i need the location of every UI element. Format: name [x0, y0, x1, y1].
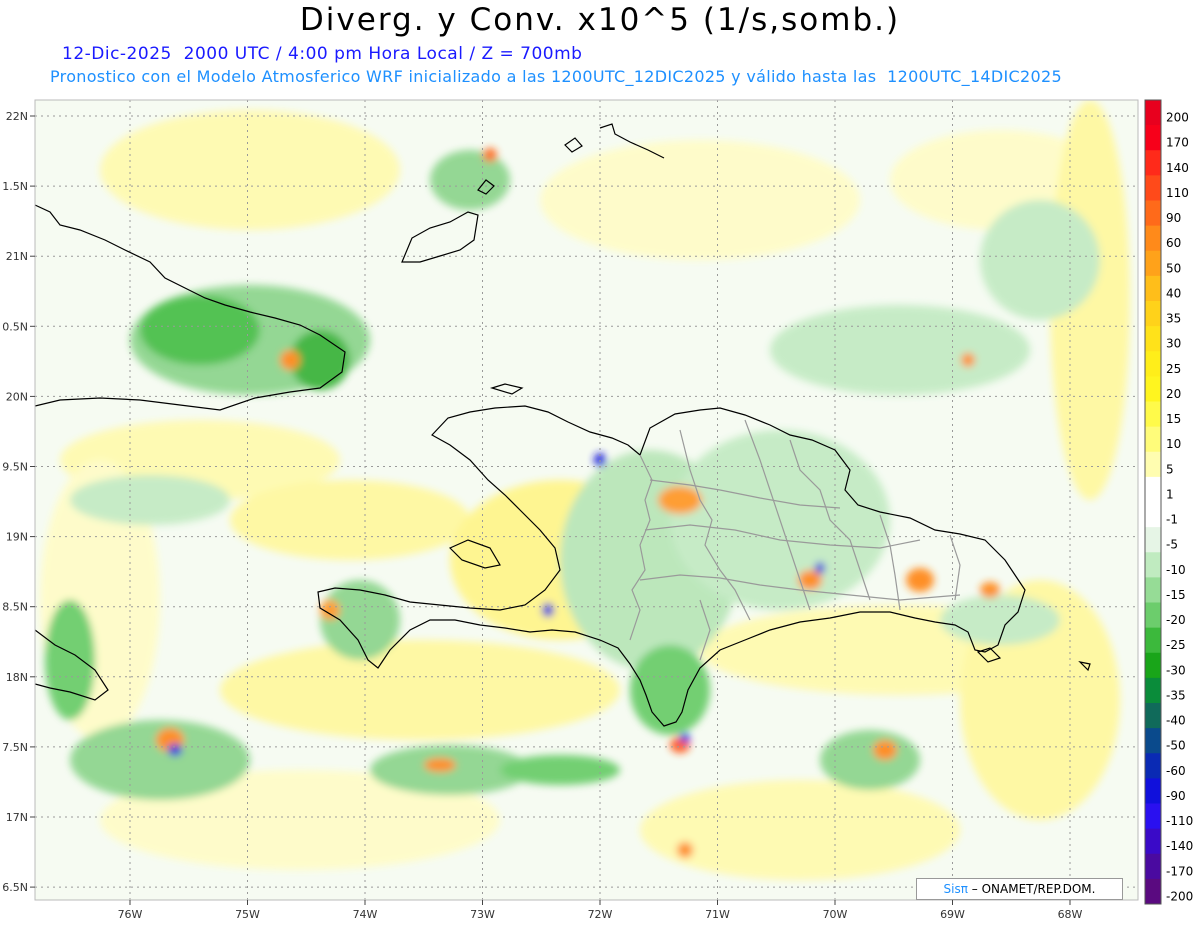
lon-label: 74W: [353, 908, 378, 921]
colorbar-label: -20: [1166, 613, 1186, 627]
colorbar-label: -35: [1166, 688, 1186, 702]
lat-label: 18N: [6, 671, 28, 684]
colorbar-label: 40: [1166, 286, 1181, 300]
colorbar-swatch: [1145, 451, 1161, 478]
colorbar-swatch: [1145, 125, 1161, 151]
colorbar-swatch: [1145, 828, 1161, 855]
colorbar-label: 35: [1166, 312, 1181, 326]
forecast-map: 22N 1.5N 21N 0.5N 20N 9.5N 19N 8.5N 18N 7.5N 17N 6.…: [2, 99, 1193, 921]
divergence-field: [35, 100, 1138, 900]
colorbar-label: -50: [1166, 739, 1186, 753]
colorbar-swatch: [1145, 753, 1161, 779]
colorbar-swatch: [1145, 878, 1161, 905]
colorbar-label: -170: [1166, 864, 1193, 878]
colorbar-swatch: [1145, 778, 1161, 804]
lat-label: 22N: [6, 110, 28, 123]
colorbar-label: 110: [1166, 186, 1189, 200]
colorbar-label: 25: [1166, 362, 1181, 376]
colorbar-swatch: [1145, 225, 1161, 252]
colorbar-label: -10: [1166, 563, 1186, 577]
sis-brand: Sisπ: [943, 882, 968, 896]
lon-label: 76W: [118, 908, 143, 921]
colorbar-label: 200: [1166, 111, 1189, 125]
lon-label: 68W: [1058, 908, 1083, 921]
colorbar-swatch: [1145, 351, 1161, 377]
colorbar-swatch: [1145, 100, 1161, 126]
colorbar-label: 1: [1166, 487, 1174, 501]
colorbar-swatch: [1145, 275, 1161, 302]
colorbar-swatch: [1145, 527, 1161, 553]
colorbar-swatch: [1145, 401, 1161, 428]
colorbar-label: 30: [1166, 337, 1181, 351]
colorbar-label: -5: [1166, 538, 1178, 552]
colorbar-label: -90: [1166, 789, 1186, 803]
colorbar-label: 90: [1166, 211, 1181, 225]
colorbar-swatch: [1145, 703, 1161, 729]
credit-box: Sisπ – ONAMET/REP.DOM.: [916, 878, 1123, 900]
lat-label: 19N: [6, 531, 28, 544]
colorbar-swatch: [1145, 853, 1161, 880]
colorbar-swatch: [1145, 150, 1161, 176]
lat-label: 9.5N: [2, 461, 28, 474]
colorbar-label: 5: [1166, 462, 1174, 476]
longitude-labels: 76W 75W 74W 73W 72W 71W 70W 69W 68W: [118, 900, 1083, 921]
colorbar-label: -110: [1166, 814, 1193, 828]
colorbar: 200 170 140 110 90 60 50 40 35 30 25 20 15 10 5 1 -1 -5 -1…: [1144, 99, 1193, 905]
colorbar-swatch: [1145, 250, 1161, 277]
colorbar-label: -1: [1166, 513, 1178, 527]
colorbar-swatch: [1145, 552, 1161, 578]
colorbar-swatch: [1145, 175, 1161, 201]
lat-label: 1.5N: [2, 180, 28, 193]
colorbar-label: 170: [1166, 136, 1189, 150]
colorbar-swatch: [1145, 577, 1161, 603]
colorbar-swatch: [1145, 602, 1161, 629]
lat-label: 0.5N: [2, 320, 28, 333]
colorbar-label: 140: [1166, 161, 1189, 175]
colorbar-swatch: [1145, 476, 1161, 503]
colorbar-label: -15: [1166, 588, 1186, 602]
lon-label: 71W: [705, 908, 730, 921]
credit-text: – ONAMET/REP.DOM.: [971, 882, 1096, 896]
colorbar-swatch: [1145, 426, 1161, 453]
colorbar-swatch: [1145, 627, 1161, 654]
colorbar-swatch: [1145, 677, 1161, 704]
colorbar-swatch: [1145, 326, 1161, 352]
colorbar-label: 20: [1166, 387, 1181, 401]
colorbar-swatch: [1145, 376, 1161, 402]
colorbar-label: -30: [1166, 663, 1186, 677]
lat-label: 20N: [6, 390, 28, 403]
lat-label: 7.5N: [2, 741, 28, 754]
lon-label: 75W: [235, 908, 260, 921]
lat-label: 8.5N: [2, 601, 28, 614]
latitude-labels: 22N 1.5N 21N 0.5N 20N 9.5N 19N 8.5N 18N 7.5N 17N 6.…: [2, 110, 35, 894]
colorbar-swatch: [1145, 652, 1161, 679]
colorbar-label: 10: [1166, 437, 1181, 451]
colorbar-label: 50: [1166, 261, 1181, 275]
colorbar-label: 15: [1166, 412, 1181, 426]
lat-label: 6.5N: [2, 881, 28, 894]
lat-label: 21N: [6, 250, 28, 263]
lon-label: 69W: [940, 908, 965, 921]
colorbar-label: -140: [1166, 839, 1193, 853]
colorbar-label: -25: [1166, 638, 1186, 652]
lon-label: 73W: [470, 908, 495, 921]
colorbar-label: -40: [1166, 714, 1186, 728]
lat-label: 17N: [6, 811, 28, 824]
colorbar-swatch: [1145, 803, 1161, 830]
colorbar-swatch: [1145, 728, 1161, 754]
lon-label: 72W: [588, 908, 613, 921]
colorbar-swatch: [1145, 200, 1161, 227]
colorbar-label: -200: [1166, 889, 1193, 903]
lon-label: 70W: [823, 908, 848, 921]
colorbar-swatch: [1145, 301, 1161, 327]
colorbar-swatch: [1145, 502, 1161, 528]
colorbar-label: 60: [1166, 236, 1181, 250]
colorbar-label: -60: [1166, 764, 1186, 778]
